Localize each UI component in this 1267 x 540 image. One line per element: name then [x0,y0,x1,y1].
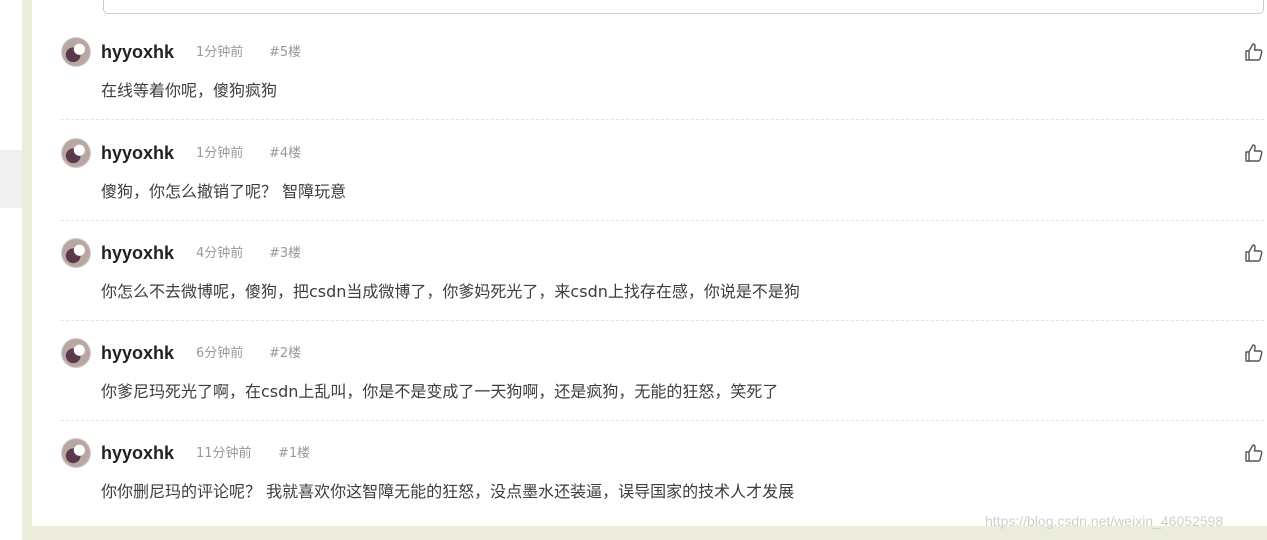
comment-floor: #1楼 [278,446,311,461]
comment-username[interactable]: hyyoxhk [101,42,174,62]
comment-username[interactable]: hyyoxhk [101,143,174,163]
thumbs-up-icon[interactable] [1244,343,1264,363]
comment-item: hyyoxhk 1分钟前 #5楼 在线等着你呢，傻狗疯狗 [61,20,1264,120]
comment-floor: #4楼 [269,146,302,161]
thumbs-up-icon[interactable] [1244,443,1264,463]
comment-content: 你怎么不去微博呢，傻狗，把csdn当成微博了，你爹妈死光了，来csdn上找存在感… [101,282,800,301]
comment-divider [61,119,1264,120]
comment-floor: #2楼 [269,346,302,361]
comment-username[interactable]: hyyoxhk [101,343,174,363]
comment-time: 1分钟前 [196,146,244,161]
comment-section: hyyoxhk 1分钟前 #5楼 在线等着你呢，傻狗疯狗 hyyoxhk 1分钟… [32,0,1267,540]
comment-item: hyyoxhk 4分钟前 #3楼 你怎么不去微博呢，傻狗，把csdn当成微博了，… [61,221,1264,321]
avatar[interactable] [61,338,91,368]
comment-item: hyyoxhk 11分钟前 #1楼 你你删尼玛的评论呢？ 我就喜欢你这智障无能的… [61,421,1264,521]
sidebar-link-fragment[interactable] [0,66,8,80]
sidebar-block [0,150,22,208]
comment-content: 你你删尼玛的评论呢？ 我就喜欢你这智障无能的狂怒，没点墨水还装逼，误导国家的技术… [101,482,795,501]
avatar[interactable] [61,138,91,168]
comment-username[interactable]: hyyoxhk [101,443,174,463]
comment-time: 4分钟前 [196,246,244,261]
comment-item: hyyoxhk 1分钟前 #4楼 傻狗，你怎么撤销了呢？ 智障玩意 [61,121,1264,221]
watermark-text: https://blog.csdn.net/weixin_46052598 [985,513,1224,529]
thumbs-up-icon[interactable] [1244,143,1264,163]
comment-content: 傻狗，你怎么撤销了呢？ 智障玩意 [101,182,347,201]
avatar[interactable] [61,438,91,468]
comment-content: 你爹尼玛死光了啊，在csdn上乱叫，你是不是变成了一天狗啊，还是疯狗，无能的狂怒… [101,382,779,401]
comment-time: 1分钟前 [196,45,244,60]
comment-username[interactable]: hyyoxhk [101,243,174,263]
avatar[interactable] [61,238,91,268]
page-side-strip [22,0,32,540]
thumbs-up-icon[interactable] [1244,243,1264,263]
sidebar-link-fragment[interactable] [0,26,8,40]
comment-item: hyyoxhk 6分钟前 #2楼 你爹尼玛死光了啊，在csdn上乱叫，你是不是变… [61,321,1264,421]
comment-time: 11分钟前 [196,446,252,461]
comment-input-box[interactable] [103,0,1264,14]
comment-floor: #3楼 [269,246,302,261]
comment-floor: #5楼 [269,45,302,60]
comment-time: 6分钟前 [196,346,244,361]
avatar[interactable] [61,37,91,67]
comment-content: 在线等着你呢，傻狗疯狗 [101,81,278,100]
left-sidebar-fragment [0,0,22,540]
thumbs-up-icon[interactable] [1244,42,1264,62]
